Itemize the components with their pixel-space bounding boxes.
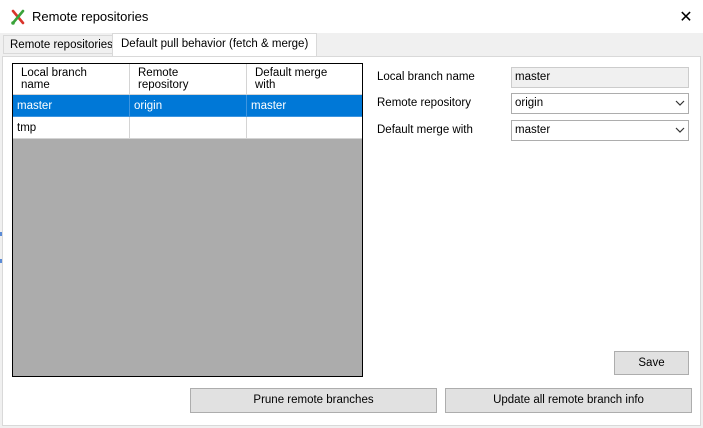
cell-remote-repository[interactable]: origin (130, 95, 247, 117)
column-header-local-branch[interactable]: Local branch name (13, 64, 130, 95)
local-branch-name-label: Local branch name (377, 71, 475, 83)
remote-repository-label: Remote repository (377, 97, 471, 109)
chevron-down-icon (675, 127, 685, 133)
column-header-remote-repository[interactable]: Remote repository (130, 64, 247, 95)
title-bar: Remote repositories ✕ (0, 0, 703, 33)
save-button[interactable]: Save (614, 351, 689, 375)
prune-remote-branches-button[interactable]: Prune remote branches (190, 388, 437, 413)
tab-strip: Remote repositories Default pull behavio… (0, 33, 703, 57)
branches-grid[interactable]: Local branch name Remote repository Defa… (12, 63, 363, 377)
chevron-down-icon (675, 100, 685, 106)
cell-default-merge[interactable]: master (247, 95, 362, 117)
tab-default-pull-behavior[interactable]: Default pull behavior (fetch & merge) (112, 33, 318, 57)
remote-repository-value: origin (515, 97, 544, 109)
table-row-master[interactable]: master origin master (13, 95, 362, 117)
header-line: Default merge (255, 67, 328, 79)
grid-header: Local branch name Remote repository Defa… (13, 64, 362, 95)
close-icon: ✕ (679, 8, 693, 26)
table-row-tmp[interactable]: tmp (13, 117, 362, 139)
header-line: Local branch (21, 67, 87, 79)
header-line: name (21, 79, 50, 91)
update-all-remote-branch-info-button[interactable]: Update all remote branch info (445, 388, 692, 413)
window-title: Remote repositories (32, 9, 149, 24)
cell-local-branch[interactable]: master (13, 95, 130, 117)
window-edge-marker (0, 259, 2, 263)
git-extensions-icon (11, 9, 25, 25)
tab-remote-repositories[interactable]: Remote repositories (3, 35, 120, 54)
default-merge-with-label: Default merge with (377, 124, 473, 136)
close-button[interactable]: ✕ (669, 0, 703, 33)
default-merge-with-value: master (515, 124, 551, 136)
header-line: repository (138, 79, 189, 91)
remote-repositories-window: Remote repositories ✕ Remote repositorie… (0, 0, 703, 428)
remote-repository-select[interactable]: origin (511, 93, 689, 114)
column-header-default-merge[interactable]: Default merge with (247, 64, 362, 95)
default-merge-with-select[interactable]: master (511, 120, 689, 141)
cell-remote-repository[interactable] (130, 117, 247, 139)
header-line: Remote (138, 67, 179, 79)
cell-local-branch[interactable]: tmp (13, 117, 130, 139)
header-line: with (255, 79, 276, 91)
window-edge-marker (0, 232, 2, 236)
cell-default-merge[interactable] (247, 117, 362, 139)
local-branch-name-field: master (511, 67, 689, 88)
